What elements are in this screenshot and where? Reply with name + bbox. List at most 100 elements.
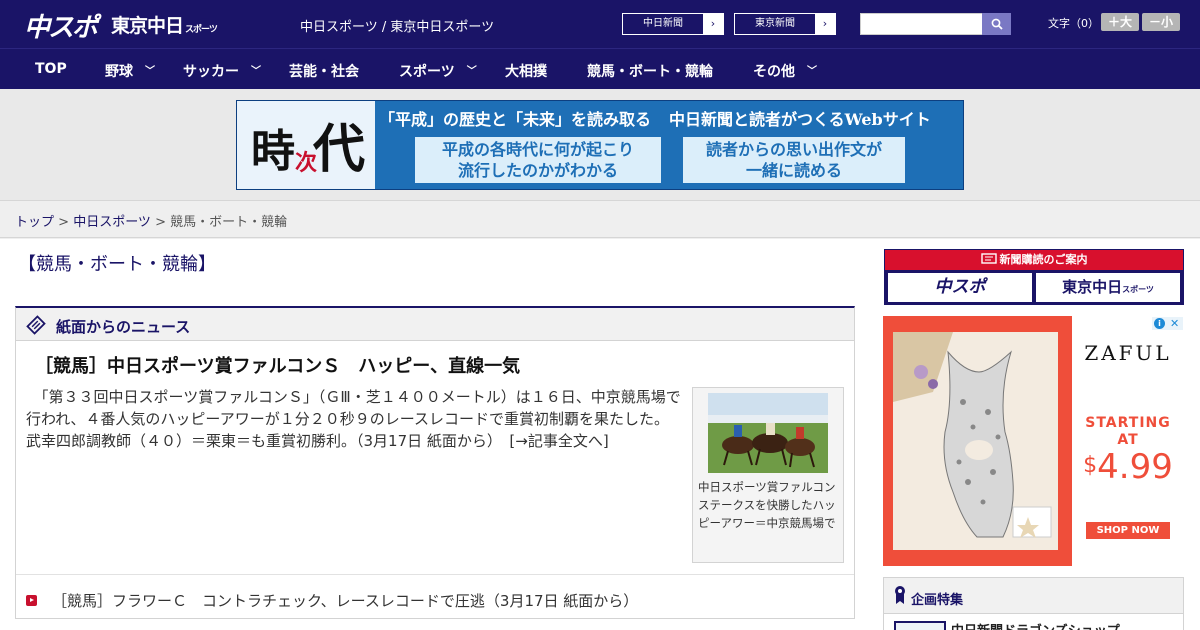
ad-price: $4.99: [1072, 447, 1184, 487]
ad-starting-line: STARTING: [1085, 415, 1171, 431]
zaful-ad[interactable]: ZAFUL STARTING AT $4.99 SHOP NOW: [883, 316, 1184, 566]
top-header: 中スポ 東京中日 スポーツ 中日スポーツ / 東京中日スポーツ 中日新聞 › 東京…: [0, 0, 1200, 48]
article-photo-box: 中日スポーツ賞ファルコンステークスを快勝したハッピーアワー＝中京競馬場で: [692, 387, 844, 563]
banner-subbox-1: 平成の各時代に何が起こり 流行したのかがわかる: [415, 137, 661, 183]
nav-item-keiba[interactable]: 競馬・ボート・競輪: [587, 61, 713, 81]
news-section-label: 紙面からのニュース: [56, 318, 191, 336]
nav-item-soccer[interactable]: サッカー ﹀: [183, 61, 261, 81]
chevron-right-icon: ›: [703, 14, 723, 34]
subscribe-chuspo-button[interactable]: 中スポ: [888, 273, 1032, 302]
breadcrumb-current: 競馬・ボート・競輪: [170, 215, 288, 230]
ticket-icon: [980, 253, 997, 264]
banner-subbox-2: 読者からの思い出作文が 一緒に読める: [683, 137, 905, 183]
subscribe-tokyo-button[interactable]: 東京中日スポーツ: [1036, 273, 1180, 302]
breadcrumb-top-link[interactable]: トップ: [15, 215, 54, 230]
ad-text-panel: ZAFUL STARTING AT $4.99 SHOP NOW: [1072, 316, 1184, 566]
subscribe-tokyo-sub: スポーツ: [1122, 285, 1154, 294]
feature-item-link[interactable]: 中日新聞ドラゴンズショップ: [951, 620, 1120, 630]
ad-choices[interactable]: i ✕: [1152, 317, 1183, 330]
ad-brand: ZAFUL: [1084, 341, 1172, 365]
nav-item-other[interactable]: その他 ﹀: [753, 61, 817, 81]
font-size-label: 文字（0）: [1048, 17, 1099, 30]
banner-kanji-box: 時 次 代: [237, 101, 375, 189]
nav-item-baseball[interactable]: 野球 ﹀: [105, 61, 155, 81]
newspaper-icon: [26, 315, 46, 335]
tokyo-chunichi-logo-text: 東京中日: [111, 15, 184, 37]
horse-race-photo-icon: [708, 393, 828, 473]
tokyo-shimbun-link[interactable]: 東京新聞 ›: [734, 13, 836, 35]
ad-price-currency: $: [1083, 453, 1098, 478]
nav-label: その他: [753, 64, 795, 80]
chevron-right-icon: ›: [815, 14, 835, 34]
search-button[interactable]: [982, 13, 1011, 35]
ad-shop-now-button[interactable]: SHOP NOW: [1086, 522, 1170, 539]
banner-subbox-line: 一緒に読める: [745, 161, 842, 180]
search-input[interactable]: [860, 13, 983, 35]
nav-label: サッカー: [183, 64, 239, 80]
breadcrumb-separator: >: [150, 215, 171, 230]
chevron-down-icon: ﹀: [466, 66, 477, 77]
breadcrumb-area: トップ > 中日スポーツ > 競馬・ボート・競輪: [0, 200, 1200, 238]
news-list-item-link[interactable]: ［競馬］フラワーＣ コントラチェック、レースレコードで圧逃（3月17日 紙面から…: [52, 590, 638, 611]
nav-item-top[interactable]: TOP: [35, 61, 67, 77]
subscribe-tokyo-text: 東京中日: [1062, 278, 1123, 296]
chevron-down-icon: ﹀: [807, 66, 817, 77]
subscription-header: 新聞購読のご案内: [885, 250, 1183, 270]
page-title: 【競馬・ボート・競輪】: [18, 254, 216, 275]
ribbon-icon: [895, 586, 905, 604]
nav-label: スポーツ: [399, 64, 455, 80]
breadcrumb: トップ > 中日スポーツ > 競馬・ボート・競輪: [15, 211, 287, 230]
info-icon[interactable]: i: [1154, 318, 1165, 329]
subscription-header-text: 新聞購読のご案内: [999, 253, 1088, 266]
nav-label: TOP: [35, 61, 67, 77]
chevron-down-icon: ﹀: [251, 66, 261, 77]
ext-link-label: 東京新聞: [755, 18, 795, 29]
banner-headline-left: 「平成」の歴史と「未来」を読み取る: [379, 110, 652, 129]
nav-label: 芸能・社会: [289, 64, 359, 80]
banner-kanji: 時: [251, 126, 295, 177]
photo-caption: 中日スポーツ賞ファルコンステークスを快勝したハッピーアワー＝中京競馬場で: [698, 480, 836, 530]
banner-kanji: 代: [313, 119, 366, 180]
banner-subbox-line: 読者からの思い出作文が: [705, 140, 882, 159]
feature-thumbnail[interactable]: [894, 621, 946, 630]
jidai-banner[interactable]: 時 次 代 「平成」の歴史と「未来」を読み取る 中日新聞と読者がつくるWebサイ…: [236, 100, 964, 190]
main-nav: TOP 野球 ﹀ サッカー ﹀ 芸能・社会 スポーツ ﹀ 大相撲 競馬・ボート・競輪 …: [0, 48, 1200, 89]
nav-item-sports[interactable]: スポーツ ﹀: [399, 61, 477, 81]
nav-item-sumo[interactable]: 大相撲: [505, 61, 547, 81]
ext-link-label: 中日新聞: [643, 18, 683, 29]
ad-price-value: 4.99: [1097, 447, 1173, 487]
feature-header: 企画特集: [884, 578, 1183, 614]
banner-subbox-line: 流行したのかがわかる: [457, 161, 618, 180]
close-icon[interactable]: ✕: [1170, 317, 1179, 330]
article-photo[interactable]: [708, 393, 828, 473]
subscription-box: 新聞購読のご案内 中スポ 東京中日スポーツ: [884, 249, 1184, 305]
breadcrumb-separator: >: [54, 215, 74, 230]
nav-item-entertainment[interactable]: 芸能・社会: [289, 61, 359, 81]
play-bullet-icon: [26, 595, 37, 606]
news-divider: [16, 574, 854, 575]
ad-starting-at: STARTING AT: [1072, 415, 1184, 449]
nav-label: 競馬・ボート・競輪: [587, 64, 713, 80]
site-names: 中日スポーツ / 東京中日スポーツ: [300, 20, 495, 35]
feature-label: 企画特集: [911, 593, 964, 608]
news-section: 紙面からのニュース ［競馬］中日スポーツ賞ファルコンＳ ハッピー、直線一気 「第…: [15, 306, 855, 619]
banner-headline-right: 中日新聞と読者がつくるWebサイト: [669, 110, 931, 129]
nav-label: 野球: [105, 64, 133, 80]
article-title-link[interactable]: ［競馬］中日スポーツ賞ファルコンＳ ハッピー、直線一気: [35, 352, 520, 378]
chuspo-logo[interactable]: 中スポ: [24, 7, 98, 44]
search-icon: [991, 18, 1003, 30]
font-smaller-button[interactable]: －小: [1142, 13, 1180, 31]
chevron-down-icon: ﹀: [145, 66, 155, 77]
feature-section: 企画特集 中日新聞ドラゴンズショップ: [883, 577, 1184, 630]
font-larger-button[interactable]: ＋大: [1101, 13, 1139, 31]
news-section-header: 紙面からのニュース: [16, 308, 854, 341]
nav-label: 大相撲: [505, 64, 547, 80]
ad-product-image: [893, 332, 1058, 550]
banner-subbox-line: 平成の各時代に何が起こり: [441, 140, 634, 159]
article-summary: 「第３３回中日スポーツ賞ファルコンＳ」（ＧⅢ・芝１４００メートル）は１６日、中京…: [26, 388, 681, 450]
breadcrumb-chunichi-link[interactable]: 中日スポーツ: [73, 215, 151, 230]
tokyo-chunichi-logo-sub: スポーツ: [185, 25, 218, 35]
chunichi-shimbun-link[interactable]: 中日新聞 ›: [622, 13, 724, 35]
swimsuit-image-icon: [893, 332, 1058, 550]
tokyo-chunichi-logo[interactable]: 東京中日 スポーツ: [111, 11, 218, 38]
